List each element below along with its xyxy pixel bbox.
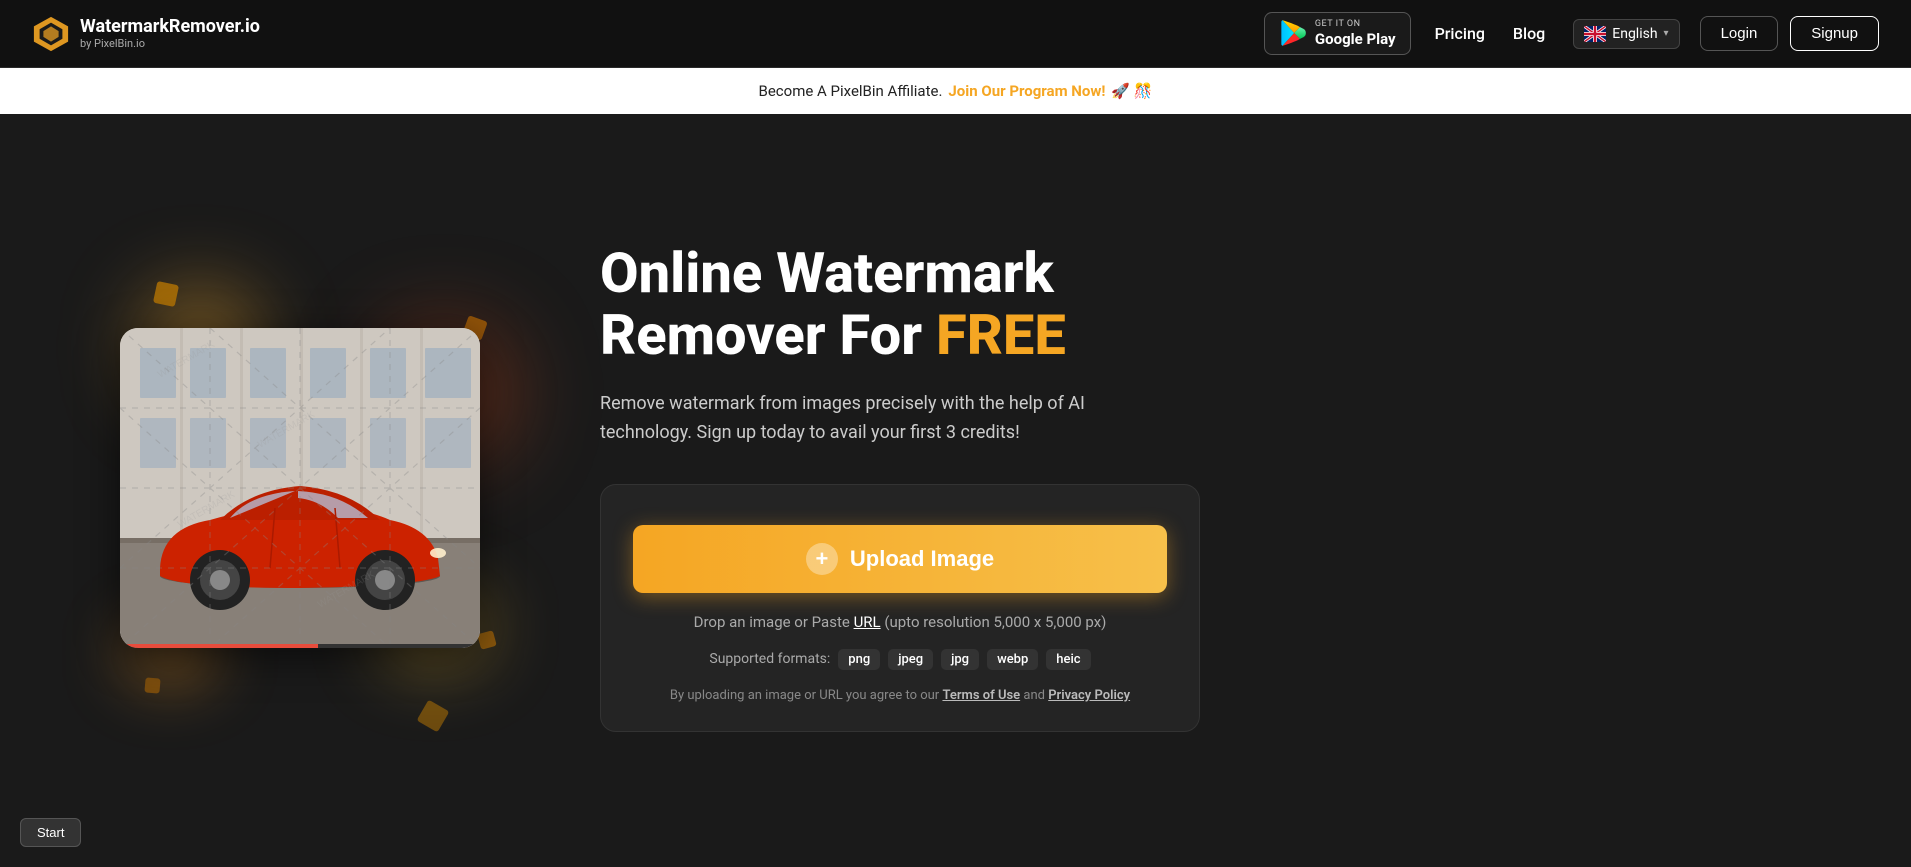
terms-prefix: By uploading an image or URL you agree t… xyxy=(670,688,939,703)
pricing-link[interactable]: Pricing xyxy=(1435,24,1485,43)
terms-text: By uploading an image or URL you agree t… xyxy=(633,688,1167,703)
hero-section: WATERMARK WATERMARK WATERMARK WATERMARK … xyxy=(0,114,1911,861)
lang-label: English xyxy=(1612,26,1657,42)
flag-icon xyxy=(1584,26,1606,42)
affiliate-text: Become A PixelBin Affiliate. xyxy=(759,82,943,100)
deco-sq-6 xyxy=(417,699,450,732)
hero-title: Online Watermark Remover For FREE xyxy=(600,243,1851,366)
drop-text-label: Drop an image or Paste xyxy=(694,613,850,631)
upload-card: + Upload Image Drop an image or Paste UR… xyxy=(600,484,1200,732)
hero-title-free: FREE xyxy=(936,302,1066,368)
upload-image-button[interactable]: + Upload Image xyxy=(633,525,1167,593)
logo-title: WatermarkRemover.io xyxy=(80,17,260,37)
format-webp: webp xyxy=(987,649,1038,670)
deco-sq-5 xyxy=(144,677,160,693)
signup-button[interactable]: Signup xyxy=(1790,16,1879,51)
hero-title-line2: Remover For xyxy=(600,302,936,368)
affiliate-banner: Become A PixelBin Affiliate. Join Our Pr… xyxy=(0,68,1911,114)
blog-link[interactable]: Blog xyxy=(1513,24,1545,43)
formats-row: Supported formats: png jpeg jpg webp hei… xyxy=(633,649,1167,670)
resolution-text: (upto resolution 5,000 x 5,000 px) xyxy=(884,613,1106,631)
hero-image-area: WATERMARK WATERMARK WATERMARK WATERMARK xyxy=(60,228,540,748)
logo-icon xyxy=(32,15,70,53)
deco-sq-1 xyxy=(153,280,179,306)
drop-text: Drop an image or Paste URL (upto resolut… xyxy=(633,613,1167,631)
login-button[interactable]: Login xyxy=(1700,16,1779,51)
start-button[interactable]: Start xyxy=(20,818,81,847)
demo-photo-card: WATERMARK WATERMARK WATERMARK WATERMARK xyxy=(120,328,480,648)
logo-sub: by PixelBin.io xyxy=(80,37,260,50)
format-jpeg: jpeg xyxy=(888,649,933,670)
url-link[interactable]: URL xyxy=(854,613,881,631)
google-play-name: Google Play xyxy=(1315,30,1396,48)
google-play-button[interactable]: GET IT ON Google Play xyxy=(1264,12,1411,55)
logo[interactable]: WatermarkRemover.io by PixelBin.io xyxy=(32,15,260,53)
hero-title-line1: Online Watermark xyxy=(600,240,1054,306)
upload-plus-icon: + xyxy=(806,543,838,575)
format-png: png xyxy=(838,649,880,670)
card-progress-fill xyxy=(120,644,318,648)
chevron-down-icon: ▾ xyxy=(1664,28,1669,39)
format-jpg: jpg xyxy=(941,649,979,670)
navbar: WatermarkRemover.io by PixelBin.io xyxy=(0,0,1911,68)
card-progress xyxy=(120,644,480,648)
deco-sq-4 xyxy=(477,630,497,650)
car-scene: WATERMARK WATERMARK WATERMARK WATERMARK xyxy=(120,328,480,648)
hero-subtitle: Remove watermark from images precisely w… xyxy=(600,390,1160,448)
hero-content: Online Watermark Remover For FREE Remove… xyxy=(600,243,1851,732)
google-play-get: GET IT ON xyxy=(1315,19,1396,30)
scene-svg: WATERMARK WATERMARK WATERMARK WATERMARK xyxy=(120,328,480,648)
affiliate-link[interactable]: Join Our Program Now! xyxy=(948,82,1105,100)
formats-label: Supported formats: xyxy=(709,651,830,667)
affiliate-emojis: 🚀 🎊 xyxy=(1111,82,1152,100)
terms-and: and xyxy=(1023,688,1045,703)
terms-of-use-link[interactable]: Terms of Use xyxy=(942,688,1020,703)
privacy-policy-link[interactable]: Privacy Policy xyxy=(1048,688,1130,703)
google-play-text: GET IT ON Google Play xyxy=(1315,19,1396,48)
upload-btn-label: Upload Image xyxy=(850,546,994,572)
language-selector[interactable]: English ▾ xyxy=(1573,19,1679,49)
logo-text: WatermarkRemover.io by PixelBin.io xyxy=(80,17,260,50)
google-play-icon xyxy=(1279,19,1307,47)
format-heic: heic xyxy=(1046,649,1090,670)
